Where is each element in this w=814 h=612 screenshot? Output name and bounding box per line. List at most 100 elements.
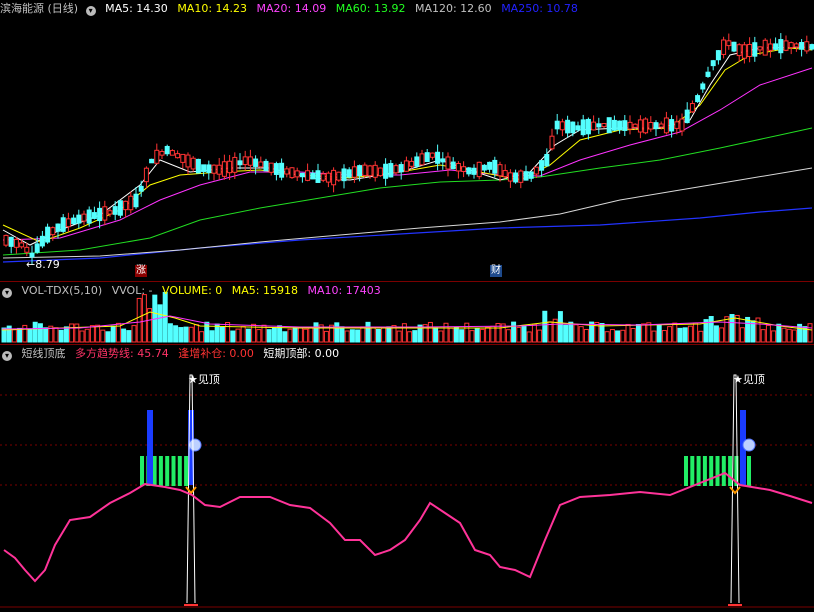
volume-bar — [427, 321, 433, 343]
candle-body — [705, 71, 711, 77]
stock-title: 滨海能源 (日线) — [0, 2, 79, 15]
candle-body — [435, 151, 441, 164]
candle-body — [518, 170, 524, 183]
indicator-panel[interactable]: ▾ 短线顶底 多方趋势线: 45.74 逢增补仓: 0.00 短期顶部: 0.0… — [0, 345, 814, 612]
signal-bar-green — [715, 456, 720, 486]
volume-bar — [37, 323, 43, 343]
candle-body — [523, 171, 529, 181]
dropdown-icon[interactable]: ▾ — [2, 288, 12, 298]
candle-body — [591, 121, 597, 131]
volume-bar — [760, 329, 766, 343]
volume-bar — [282, 331, 288, 343]
volume-bar — [167, 323, 173, 343]
volume-bar — [245, 328, 251, 343]
volume-bar — [126, 330, 132, 343]
indicator-header: ▾ 短线顶底 多方趋势线: 45.74 逢增补仓: 0.00 短期顶部: 0.0… — [0, 345, 345, 363]
candle-body — [346, 169, 352, 178]
volume-bar — [531, 323, 537, 343]
ma20-label: MA20: 14.09 — [256, 2, 327, 15]
volume-bar — [69, 323, 75, 343]
candle-body — [653, 122, 659, 130]
volume-bar — [370, 327, 376, 343]
candle-body — [81, 213, 87, 222]
candle-body — [8, 236, 14, 247]
candle-body — [315, 170, 321, 183]
signal-bar-green — [690, 456, 695, 486]
candle-body — [216, 164, 222, 175]
candle-body — [741, 44, 747, 59]
volume-bar — [334, 322, 340, 343]
badge-cai[interactable]: 财 — [490, 265, 502, 277]
candle-body — [513, 172, 519, 183]
candle-body — [788, 42, 794, 49]
candle-body — [710, 60, 716, 67]
candle-body — [757, 46, 763, 51]
volume-bar — [786, 328, 792, 343]
candle-body — [341, 168, 347, 182]
volume-bar — [412, 330, 418, 343]
volume-bar — [355, 329, 361, 343]
candlestick-chart[interactable] — [0, 0, 814, 281]
candle-body — [544, 153, 550, 167]
volume-bar — [646, 322, 652, 343]
candle-body — [206, 164, 212, 173]
candle-body — [39, 235, 45, 247]
volume-bar — [240, 326, 246, 343]
volume-bar — [693, 322, 699, 343]
volume-bar — [292, 327, 298, 343]
volume-bar — [630, 327, 636, 343]
volume-bar — [230, 330, 236, 343]
dropdown-icon[interactable]: ▾ — [85, 6, 96, 16]
candle-body — [351, 166, 357, 178]
volume-bar — [537, 329, 543, 343]
volume-panel[interactable]: ▾ VOL-TDX(5,10) VVOL: - VOLUME: 0 MA5: 1… — [0, 282, 814, 344]
badge-zhang[interactable]: 涨 — [135, 265, 147, 277]
candle-body — [331, 169, 337, 186]
candle-body — [299, 172, 305, 178]
volume-bar — [573, 324, 579, 343]
candle-body — [50, 227, 56, 236]
volume-bar — [604, 331, 610, 343]
volume-bar — [516, 326, 522, 343]
signal-bar-green — [177, 456, 182, 486]
volume-bar — [511, 321, 517, 343]
candle-body — [643, 118, 649, 134]
volume-bar — [89, 325, 95, 343]
vol-ma5-label: MA5: 15918 — [231, 284, 298, 297]
volume-bar — [765, 324, 771, 343]
price-panel[interactable]: 滨海能源 (日线) ▾ MA5: 14.30 MA10: 14.23 MA20:… — [0, 0, 814, 281]
indicator-chart[interactable] — [0, 345, 814, 612]
volume-bar — [131, 325, 137, 343]
low-price-label: ←8.79 — [26, 258, 60, 271]
volume-bar — [303, 328, 309, 343]
volume-bar — [677, 327, 683, 343]
volume-bar — [734, 314, 740, 343]
candle-body — [502, 170, 508, 178]
volume-bar — [58, 329, 64, 343]
candle-body — [221, 161, 227, 177]
candle-body — [570, 121, 576, 134]
volume-bar — [396, 330, 402, 343]
candle-body — [549, 135, 555, 150]
candle-body — [253, 158, 259, 167]
volume-bar — [448, 327, 454, 343]
ma60-line — [2, 127, 813, 256]
candle-body — [409, 160, 415, 167]
volume-bar — [485, 326, 491, 343]
candle-body — [695, 95, 701, 103]
volume-bar — [474, 328, 480, 343]
volume-bar — [256, 329, 262, 343]
volume-bar — [672, 322, 678, 343]
volume-bar — [219, 326, 225, 343]
volume-bar — [791, 329, 797, 343]
volume-bar — [157, 304, 163, 343]
volume-bar — [568, 321, 574, 343]
candle-body — [169, 150, 175, 156]
candle-body — [263, 160, 269, 172]
signal-bar-green — [747, 456, 751, 486]
candle-body — [305, 170, 311, 181]
ma10-line — [2, 47, 813, 243]
volume-bar — [713, 325, 719, 343]
candle-body — [86, 209, 92, 224]
dropdown-icon[interactable]: ▾ — [2, 351, 12, 361]
